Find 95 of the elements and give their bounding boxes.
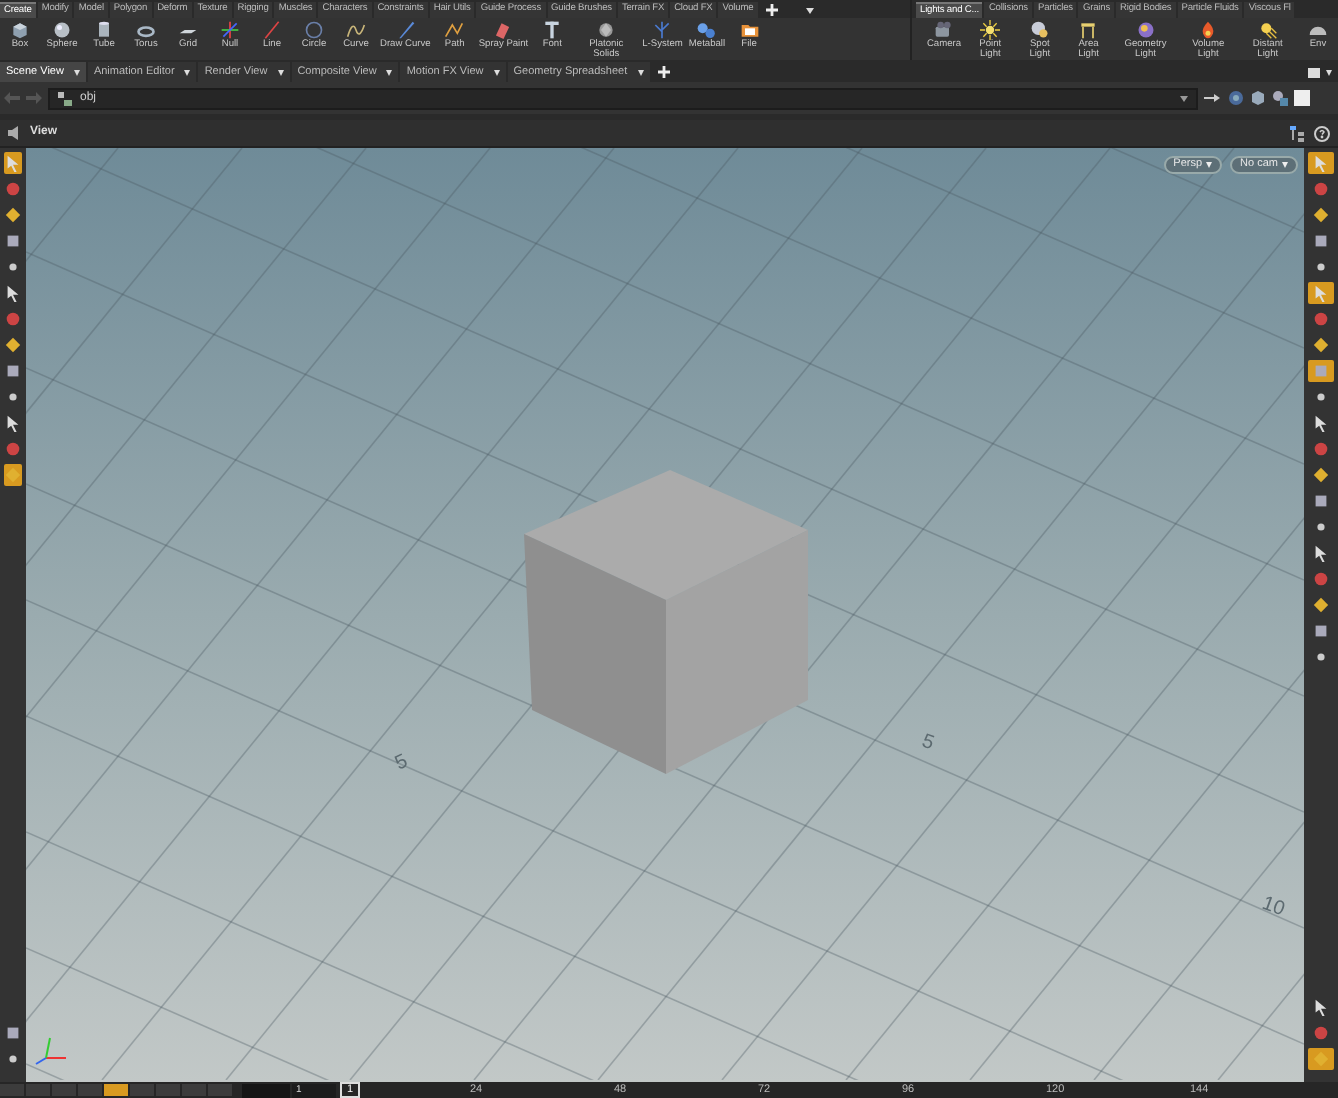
dot-icon	[4, 388, 22, 406]
line-icon	[262, 20, 282, 40]
toolbar-button[interactable]	[4, 204, 22, 226]
frame-field[interactable]	[242, 1083, 290, 1097]
dot-icon	[1312, 258, 1330, 276]
square-icon	[4, 1024, 22, 1042]
dropdown-arrow-icon[interactable]	[73, 69, 80, 75]
diamond-icon	[4, 206, 22, 224]
circle-icon	[1312, 570, 1330, 588]
curve-icon	[346, 20, 366, 40]
diamond-icon	[1312, 596, 1330, 614]
cube-icon[interactable]	[1250, 90, 1266, 106]
shapes-icon[interactable]	[1272, 90, 1288, 106]
flame-icon	[1198, 20, 1219, 40]
toolbar-button[interactable]	[4, 1022, 22, 1044]
square-icon	[1312, 362, 1330, 380]
path-icon	[444, 20, 465, 40]
dropdown-arrow-icon[interactable]	[805, 8, 814, 14]
dropdown-arrow-icon[interactable]	[637, 69, 644, 75]
circle-icon	[304, 20, 324, 40]
arrow-icon	[4, 284, 22, 302]
toolbar-button[interactable]	[4, 282, 22, 304]
toolbar-button[interactable]	[1308, 204, 1334, 226]
dropdown-arrow-icon[interactable]	[184, 69, 191, 75]
grid-label: 5	[917, 728, 938, 759]
cube-icon	[10, 20, 30, 40]
dropdown-arrow-icon[interactable]	[1180, 95, 1188, 101]
polyhedron-icon	[596, 20, 617, 40]
arrow-icon	[1312, 544, 1330, 562]
grid-label: 10	[1257, 890, 1289, 925]
dot-icon	[1312, 518, 1330, 536]
toolbar-button[interactable]	[1308, 594, 1334, 616]
circle-icon	[4, 180, 22, 198]
add-icon[interactable]	[765, 4, 778, 16]
arrow-icon	[4, 154, 22, 172]
square-icon	[1312, 232, 1330, 250]
toolbar-button[interactable]	[1308, 464, 1334, 486]
network-node-icon	[58, 91, 72, 105]
grid-label: 5	[390, 748, 413, 779]
orb-icon	[1135, 20, 1156, 40]
square-icon	[4, 362, 22, 380]
dot-icon	[4, 1050, 22, 1068]
square-icon	[4, 232, 22, 250]
blobs-icon	[696, 20, 717, 40]
spotlight-icon	[1029, 20, 1050, 40]
toolbar-button[interactable]	[4, 230, 22, 252]
toolbar-button[interactable]	[4, 334, 22, 356]
dot-icon	[4, 258, 22, 276]
pin-icon[interactable]	[1204, 92, 1222, 104]
circle-icon	[1312, 180, 1330, 198]
arrow-icon	[1312, 414, 1330, 432]
square-icon	[1312, 492, 1330, 510]
toolbar-button[interactable]	[4, 412, 22, 434]
diamond-icon	[4, 466, 22, 484]
diamond-icon	[1312, 466, 1330, 484]
toolbar-button[interactable]	[4, 360, 22, 382]
dot-icon	[1312, 388, 1330, 406]
cylinder-icon	[94, 20, 114, 40]
toolbar-button[interactable]	[1308, 334, 1334, 356]
arrow-icon	[1312, 154, 1330, 172]
hierarchy-icon[interactable]	[1290, 125, 1306, 141]
circle-icon	[1312, 440, 1330, 458]
dropdown-arrow-icon[interactable]	[1326, 70, 1332, 76]
camera-icon	[934, 20, 954, 40]
diamond-icon	[4, 336, 22, 354]
arrow-icon	[4, 414, 22, 432]
diamond-icon	[1312, 206, 1330, 224]
folder-icon	[739, 20, 760, 40]
arrow-icon	[1312, 998, 1330, 1016]
dropdown-arrow-icon	[1206, 162, 1213, 168]
speaker-icon	[8, 126, 22, 140]
diamond-icon	[1312, 1050, 1330, 1068]
square-icon	[1312, 622, 1330, 640]
circle-icon	[4, 440, 22, 458]
torus-icon	[136, 20, 156, 40]
dot-icon	[1312, 648, 1330, 666]
sphere-icon	[52, 20, 72, 40]
light-burst-icon	[980, 20, 1001, 40]
arrow-icon	[1312, 284, 1330, 302]
dropdown-arrow-icon[interactable]	[386, 69, 393, 75]
dropdown-arrow-icon	[1282, 162, 1288, 168]
sun-icon	[1257, 20, 1278, 40]
t-shape-icon	[542, 20, 563, 40]
circle-icon	[4, 310, 22, 328]
axes-icon	[220, 20, 240, 40]
circle-icon	[1312, 1024, 1330, 1042]
diamond-icon	[1312, 336, 1330, 354]
axis-gizmo-icon	[34, 1034, 70, 1066]
branch-icon	[652, 20, 673, 40]
help-icon[interactable]	[1314, 125, 1330, 141]
circle-target-icon[interactable]	[1228, 90, 1244, 106]
dropdown-arrow-icon[interactable]	[493, 69, 500, 75]
dropdown-arrow-icon[interactable]	[277, 69, 284, 75]
circle-icon	[1312, 310, 1330, 328]
add-icon[interactable]	[657, 66, 670, 78]
